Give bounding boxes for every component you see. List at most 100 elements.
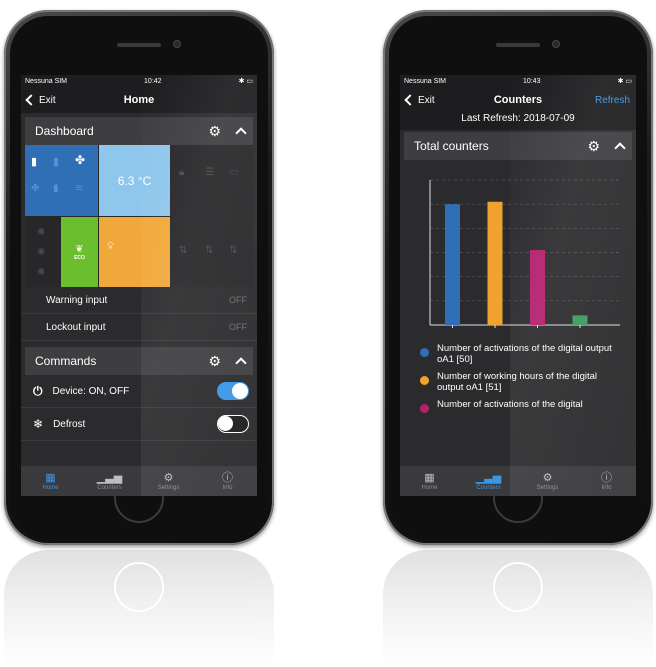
inactive-tile-left: ✺ ✺ ✺ [25,217,60,287]
chart-bar[interactable] [572,315,588,325]
gear-icon[interactable]: ⚙ [208,354,221,368]
device-label: Device: ON, OFF [52,385,130,397]
dashboard-header[interactable]: Dashboard ⚙ [25,117,253,145]
tab-label: Info [222,484,233,491]
legend-item: Number of working hours of the digital o… [400,371,636,393]
dashboard-title: Dashboard [35,124,94,138]
tab-info[interactable]: ⓘ Info [203,472,253,491]
legend-item: Number of activations of the digital [400,399,636,413]
status-time: 10:43 [523,77,541,85]
snowflake-icon: ❄ [33,417,44,431]
legend-item: Number of activations of the digital out… [400,343,636,365]
eco-label: ECO [74,254,85,261]
grid-icon: ▦ [45,471,56,484]
carrier-label: Nessuna SIM [404,77,447,85]
commands-header[interactable]: Commands ⚙ [25,347,253,375]
lock-icon: 🔒︎ [179,167,185,178]
chevron-left-icon [25,94,37,106]
chart-bar[interactable] [487,201,503,325]
refresh-button[interactable]: Refresh [595,95,630,106]
chart-legend: Number of activations of the digital out… [400,343,636,413]
tab-home[interactable]: ▦ Home [26,472,76,491]
speaker [496,43,540,47]
door-icon: ▮ [31,156,38,168]
phone-reflection-left [4,550,274,667]
light-tile[interactable]: 💡︎ [99,217,170,287]
status-icons-tile[interactable]: ▮ ▮ ✤ ✤ ▮ ≋ [25,145,98,216]
device-toggle[interactable] [217,382,249,400]
legend-text: Number of activations of the digital [437,399,583,410]
front-camera [552,40,560,48]
fan-small-icon: ✤ [31,183,40,194]
warning-input-label: Warning input [46,294,108,306]
heater-icon: ≋ [75,183,84,194]
tab-info[interactable]: ⓘ Info [582,472,632,491]
last-refresh: Last Refresh: 2018-07-09 [400,113,636,130]
tab-counters[interactable]: ▁▃▅ Counters [464,472,514,491]
output-icon: ⇅ [179,245,188,256]
tab-bar: ▦ Home ▁▃▅ Counters ⚙ Settings ⓘ Info [21,466,257,496]
info-icon: ⓘ [222,471,233,484]
temperature-tile[interactable]: 6.3 °C [99,145,170,216]
tab-label: Home [421,484,438,491]
sun-icon: ✺ [37,247,46,258]
carrier-label: Nessuna SIM [25,77,68,85]
bar-chart-icon: ▁▃▅ [96,471,123,484]
nav-bar: Exit Home [21,87,257,113]
tab-settings[interactable]: ⚙ Settings [144,472,194,491]
exit-button[interactable]: Exit [25,94,56,106]
monitor-icon: ▭ [229,167,239,178]
tab-label: Counters [476,484,501,491]
battery-icon: ✱ ▭ [238,78,253,85]
dashboard-tiles: ▮ ▮ ✤ ✤ ▮ ≋ 6.3 °C 🔒︎ ☰ ▭ ✺ ✺ ✺ ❦ ECO 💡︎… [25,145,253,287]
plug-icon: ▮ [53,183,59,194]
battery-icon: ✱ ▭ [617,78,632,85]
output-icon: ⇅ [205,245,214,256]
screen-home: Nessuna SIM 10:42 ✱ ▭ Exit Home Dashboar… [21,75,257,496]
info-icon: ⓘ [601,471,612,484]
section-title: Total counters [414,139,489,153]
gear-icon[interactable]: ⚙ [587,139,600,153]
grid-icon: ▦ [424,471,435,484]
tab-label: Info [601,484,612,491]
chevron-up-icon[interactable] [614,142,626,154]
chevron-up-icon[interactable] [235,357,247,369]
exit-button[interactable]: Exit [404,94,435,106]
eco-tile[interactable]: ❦ ECO [61,217,98,287]
commands-title: Commands [35,354,97,368]
ac-icon: ☰ [205,167,214,178]
defrost-toggle[interactable] [217,415,249,433]
total-counters-header[interactable]: Total counters ⚙ [404,132,632,160]
front-camera [173,40,181,48]
warning-input-value: OFF [229,295,247,305]
legend-dot [420,404,429,413]
command-defrost: ❄ Defrost [21,408,257,441]
screen-counters: Nessuna SIM 10:43 ✱ ▭ Exit Counters Refr… [400,75,636,496]
phone-right: Nessuna SIM 10:43 ✱ ▭ Exit Counters Refr… [383,10,653,545]
list-item: Lockout input OFF [21,314,257,341]
bulb-icon: 💡︎ [107,241,114,252]
chart-bar[interactable] [445,204,460,325]
tab-label: Settings [536,484,559,491]
leaf-icon: ❦ [75,243,84,255]
tab-label: Home [42,484,59,491]
exit-label: Exit [418,94,435,106]
chart-bar[interactable] [530,250,545,325]
status-time: 10:42 [144,77,162,85]
tab-counters[interactable]: ▁▃▅ Counters [85,472,135,491]
counters-bar-chart [429,179,620,328]
chevron-up-icon[interactable] [235,127,247,139]
power-icon: ⏻ [33,383,43,398]
gear-icon[interactable]: ⚙ [208,124,221,138]
legend-text: Number of working hours of the digital o… [437,371,597,393]
fan-icon: ✤ [75,153,86,167]
tab-settings[interactable]: ⚙ Settings [523,472,573,491]
sun-icon: ✺ [37,267,46,278]
output-icon: ⇅ [229,245,238,256]
status-bar: Nessuna SIM 10:43 ✱ ▭ [400,75,636,87]
tab-home[interactable]: ▦ Home [405,472,455,491]
inactive-tile-top: 🔒︎ ☰ ▭ [171,145,253,216]
legend-dot [420,376,429,385]
legend-dot [420,348,429,357]
nav-bar: Exit Counters Refresh [400,87,636,113]
